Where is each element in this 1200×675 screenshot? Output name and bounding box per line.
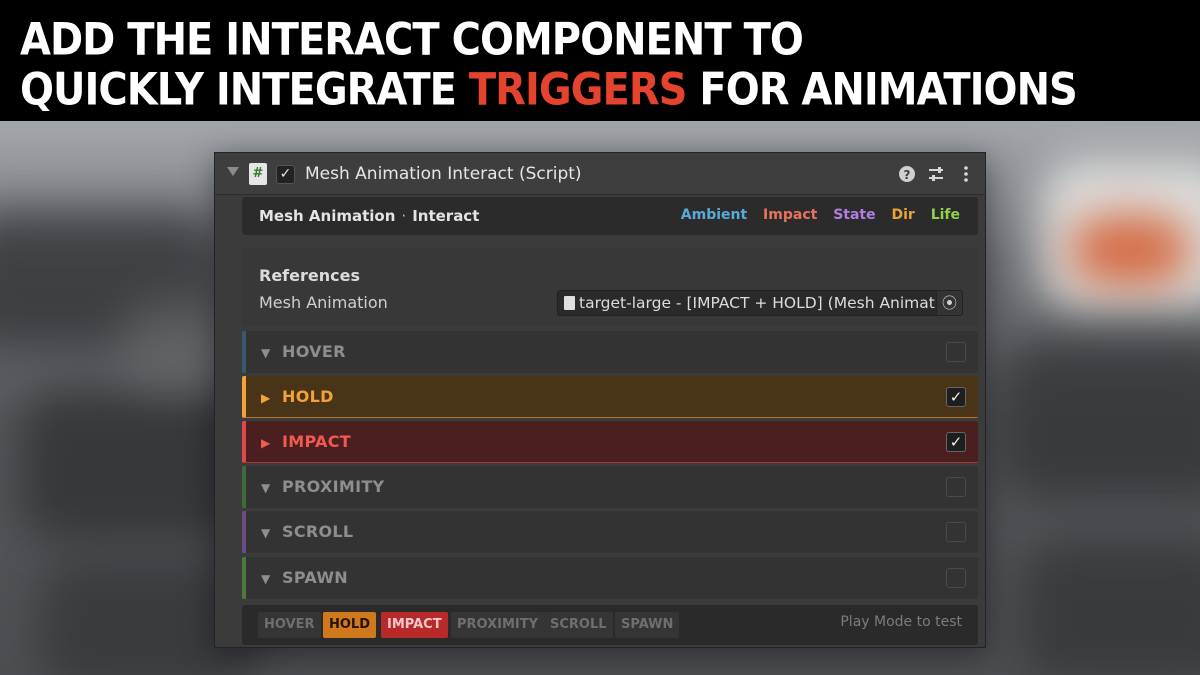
tag-impact: Impact — [763, 207, 818, 223]
headline-line-2-pre: QUICKLY INTEGRATE — [20, 64, 469, 116]
trigger-row-proximity[interactable]: ▼ PROXIMITY — [242, 466, 978, 508]
component-header[interactable]: # ✓ Mesh Animation Interact (Script) ? — [215, 153, 985, 195]
trigger-label: HOVER — [282, 342, 346, 361]
status-chip-scroll: SCROLL — [544, 612, 613, 638]
foldout-arrow-icon[interactable]: ▼ — [261, 572, 270, 586]
mesh-animation-field-value: target-large - [IMPACT + HOLD] (Mesh Ani… — [579, 294, 963, 312]
headline-banner: ADD THE INTERACT COMPONENT TO QUICKLY IN… — [0, 0, 1200, 121]
trigger-row-hold[interactable]: ▶ HOLD ✓ — [242, 376, 978, 418]
fold-arrow-icon[interactable] — [227, 167, 239, 176]
trigger-checkbox[interactable] — [946, 342, 966, 362]
foldout-arrow-icon[interactable]: ▼ — [261, 481, 270, 495]
headline-line-1: ADD THE INTERACT COMPONENT TO — [20, 14, 804, 66]
foldout-arrow-icon[interactable]: ▶ — [261, 391, 270, 405]
trigger-row-impact[interactable]: ▶ IMPACT ✓ — [242, 421, 978, 463]
status-chip-proximity: PROXIMITY — [451, 612, 545, 638]
headline-line-2-post: FOR ANIMATIONS — [686, 64, 1078, 116]
status-chip-hover: HOVER — [258, 612, 321, 638]
trigger-row-spawn[interactable]: ▼ SPAWN — [242, 557, 978, 599]
script-icon: # — [249, 163, 267, 185]
references-heading: References — [259, 266, 360, 285]
subheader-separator: · — [401, 207, 407, 225]
category-tags: Ambient Impact State Dir Life — [670, 207, 960, 223]
headline-highlight: TRIGGERS — [468, 64, 688, 116]
subheader-secondary: Interact — [412, 207, 480, 225]
trigger-label: PROXIMITY — [282, 477, 385, 496]
kebab-menu-icon[interactable] — [957, 165, 975, 183]
trigger-row-scroll[interactable]: ▼ SCROLL — [242, 511, 978, 553]
trigger-label: HOLD — [282, 387, 334, 406]
trigger-label: SPAWN — [282, 568, 348, 587]
foldout-arrow-icon[interactable]: ▼ — [261, 526, 270, 540]
component-enabled-checkbox[interactable]: ✓ — [276, 165, 295, 184]
mesh-animation-label: Mesh Animation — [259, 293, 388, 312]
trigger-checkbox[interactable] — [946, 568, 966, 588]
subheader-primary: Mesh Animation — [259, 207, 396, 225]
trigger-checkbox[interactable] — [946, 522, 966, 542]
trigger-checkbox[interactable]: ✓ — [946, 387, 966, 407]
tag-life: Life — [930, 207, 960, 223]
component-subheader: Mesh Animation · Interact Ambient Impact S… — [242, 197, 978, 235]
mesh-animation-object-field[interactable]: target-large - [IMPACT + HOLD] (Mesh Ani… — [557, 290, 963, 316]
tag-state: State — [833, 207, 876, 223]
status-chip-impact: IMPACT — [381, 612, 448, 638]
help-icon[interactable]: ? — [899, 166, 915, 182]
subheader-name: Mesh Animation · Interact — [259, 207, 479, 225]
trigger-checkbox[interactable] — [946, 477, 966, 497]
asset-icon — [564, 296, 575, 310]
trigger-checkbox[interactable]: ✓ — [946, 432, 966, 452]
inspector-component-panel: # ✓ Mesh Animation Interact (Script) ? M… — [214, 152, 986, 648]
foldout-arrow-icon[interactable]: ▼ — [261, 346, 270, 360]
sliders-icon[interactable] — [927, 165, 945, 183]
trigger-label: SCROLL — [282, 522, 354, 541]
references-section: References Mesh Animation target-large -… — [242, 248, 978, 326]
status-chip-hold: HOLD — [323, 612, 377, 638]
component-title: Mesh Animation Interact (Script) — [305, 164, 582, 184]
trigger-label: IMPACT — [282, 432, 351, 451]
object-picker-target-icon[interactable]: ⦿ — [936, 291, 962, 315]
foldout-arrow-icon[interactable]: ▶ — [261, 436, 270, 450]
status-chip-spawn: SPAWN — [615, 612, 680, 638]
trigger-row-hover[interactable]: ▼ HOVER — [242, 331, 978, 373]
tag-dir: Dir — [891, 207, 915, 223]
headline-line-2: QUICKLY INTEGRATE TRIGGERS FOR ANIMATION… — [20, 64, 1078, 116]
trigger-status-bar: HOVER HOLD IMPACT PROXIMITY SCROLL SPAWN… — [242, 605, 978, 645]
play-mode-hint: Play Mode to test — [840, 614, 962, 630]
tag-ambient: Ambient — [680, 207, 748, 223]
